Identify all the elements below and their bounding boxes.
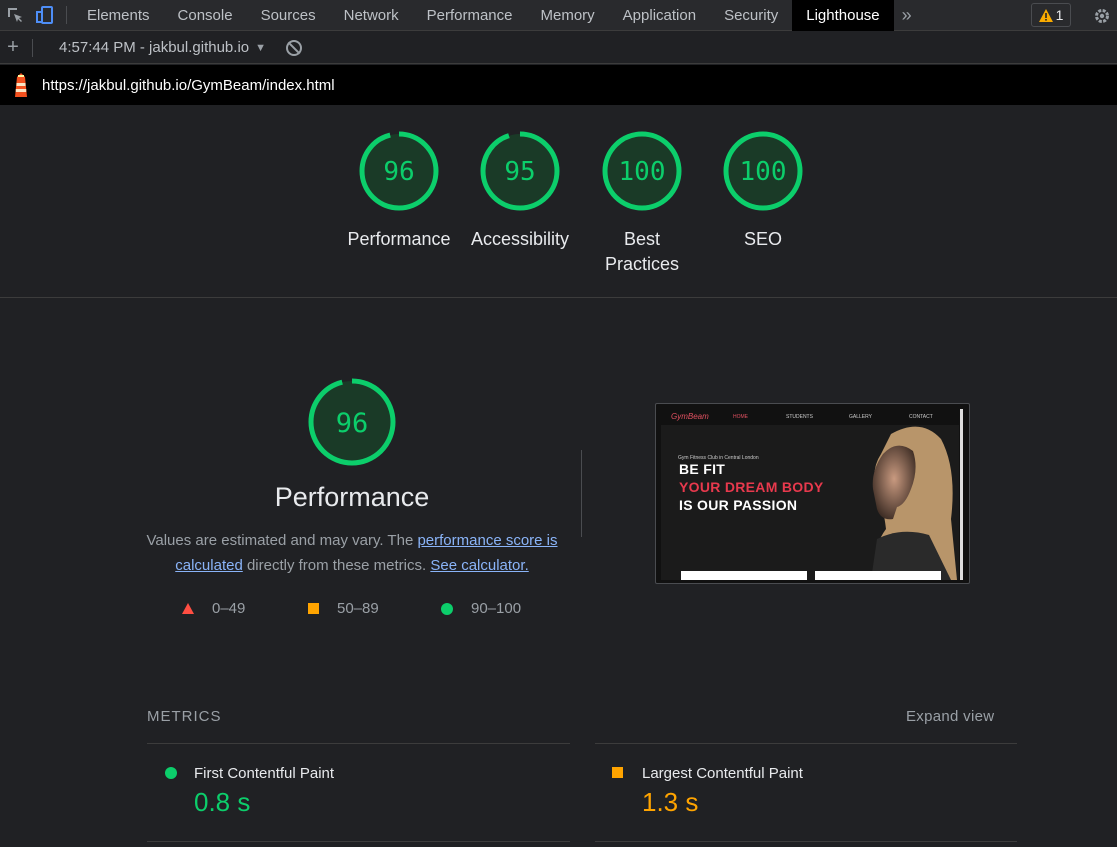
screenshot-button — [815, 571, 941, 580]
warning-count: 1 — [1055, 7, 1064, 23]
tab-network[interactable]: Network — [330, 0, 413, 31]
score-legend: 0–49 50–89 90–100 — [182, 600, 521, 617]
screenshot-nav-item: CONTACT — [909, 414, 933, 420]
green-circle-icon — [441, 602, 453, 615]
section-divider — [581, 450, 582, 537]
legend-fail: 0–49 — [182, 600, 308, 617]
report-url[interactable]: https://jakbul.github.io/GymBeam/index.h… — [42, 77, 335, 94]
devtools-tab-bar: Elements Console Sources Network Perform… — [0, 0, 1117, 31]
orange-square-icon — [308, 603, 319, 614]
gauge-ring: 95 — [480, 131, 560, 211]
desc-text: directly from these metrics. — [242, 557, 431, 574]
tab-sources[interactable]: Sources — [247, 0, 330, 31]
tab-application[interactable]: Application — [609, 0, 710, 31]
inspect-element-icon[interactable] — [0, 0, 30, 31]
screenshot-heading: YOUR DREAM BODY — [679, 479, 824, 495]
metrics-divider — [595, 841, 1017, 842]
dropdown-caret-icon: ▼ — [255, 41, 267, 54]
expand-view-toggle[interactable]: Expand view — [906, 708, 994, 725]
gauge-accessibility[interactable]: 95 Accessibility — [460, 129, 580, 252]
tab-security[interactable]: Security — [710, 0, 792, 31]
screenshot-nav-item: HOME — [733, 414, 748, 420]
screenshot-page: GymBeam HOME STUDENTS GALLERY CONTACT Gy… — [661, 409, 959, 580]
metric-name: Largest Contentful Paint — [642, 765, 803, 782]
gauge-ring: 96 — [359, 131, 439, 211]
screenshot-scrollbar — [960, 409, 963, 580]
gauge-ring: 100 — [602, 131, 682, 211]
legend-label: 0–49 — [212, 600, 246, 617]
screenshot-logo: GymBeam — [671, 412, 709, 421]
screenshot-nav: GymBeam HOME STUDENTS GALLERY CONTACT — [661, 409, 959, 425]
toolbar-divider — [32, 38, 33, 57]
gauge-ring: 100 — [723, 131, 803, 211]
gauge-label: SEO — [743, 229, 782, 249]
device-toolbar-icon[interactable] — [30, 0, 60, 31]
metrics-divider — [595, 743, 1017, 744]
toolbar-divider — [66, 6, 67, 24]
category-gauges: 96 Performance 95 Accessibility 100 Best… — [0, 105, 1117, 298]
gauge-score: 96 — [383, 157, 414, 187]
tab-memory[interactable]: Memory — [527, 0, 609, 31]
performance-section: 96 Performance Values are estimated and … — [0, 299, 1117, 847]
metric-name: First Contentful Paint — [194, 765, 335, 782]
tab-performance[interactable]: Performance — [413, 0, 527, 31]
legend-label: 50–89 — [337, 600, 379, 617]
performance-score: 96 — [336, 408, 369, 439]
gauge-best-practices[interactable]: 100 Best Practices — [582, 129, 702, 277]
metric-value: 1.3 s — [642, 787, 699, 817]
gauge-score: 95 — [504, 157, 535, 187]
gauge-performance[interactable]: 96 Performance — [339, 129, 459, 252]
screenshot-nav-item: STUDENTS — [786, 414, 813, 420]
orange-square-icon — [612, 767, 623, 778]
tab-elements[interactable]: Elements — [73, 0, 164, 31]
see-calculator-link[interactable]: See calculator. — [430, 557, 528, 574]
legend-average: 50–89 — [308, 600, 441, 617]
gauge-label: Performance — [347, 229, 451, 249]
report-url-bar: https://jakbul.github.io/GymBeam/index.h… — [0, 65, 1117, 105]
tab-lighthouse[interactable]: Lighthouse — [792, 0, 894, 31]
metric-value: 0.8 s — [194, 787, 251, 817]
new-report-plus-icon[interactable]: + — [0, 36, 26, 59]
gauge-ring: 96 — [308, 378, 396, 466]
performance-description: Values are estimated and may vary. The p… — [146, 528, 558, 578]
lighthouse-logo-icon — [0, 72, 42, 98]
legend-label: 90–100 — [471, 600, 522, 617]
green-circle-icon — [165, 767, 177, 779]
performance-big-gauge: 96 — [306, 376, 398, 473]
metrics-heading: METRICS — [147, 708, 222, 725]
warning-icon — [1038, 8, 1053, 22]
screenshot-button — [681, 571, 807, 580]
legend-pass: 90–100 — [441, 600, 521, 617]
screenshot-nav-item: GALLERY — [849, 414, 872, 420]
more-tabs-icon[interactable]: » — [894, 5, 920, 26]
gauge-label: Best Practices — [604, 229, 680, 274]
tab-console[interactable]: Console — [164, 0, 247, 31]
desc-text: Values are estimated and may vary. The — [146, 532, 418, 549]
final-screenshot-thumbnail[interactable]: GymBeam HOME STUDENTS GALLERY CONTACT Gy… — [655, 403, 970, 584]
metrics-divider — [147, 841, 570, 842]
report-selector[interactable]: 4:57:44 PM - jakbul.github.io ▼ — [59, 39, 266, 56]
gauge-seo[interactable]: 100 SEO — [703, 129, 823, 252]
performance-title: Performance — [274, 482, 430, 512]
screenshot-heading: IS OUR PASSION — [679, 497, 798, 513]
report-label: 4:57:44 PM - jakbul.github.io — [59, 39, 250, 56]
settings-gear-icon[interactable] — [1090, 4, 1114, 28]
gauge-score: 100 — [619, 157, 666, 187]
red-triangle-icon — [182, 603, 194, 614]
screenshot-heading: BE FIT — [679, 461, 726, 477]
metrics-divider — [147, 743, 570, 744]
warnings-badge[interactable]: 1 — [1031, 3, 1071, 27]
gauge-score: 100 — [740, 157, 787, 187]
gauge-label: Accessibility — [470, 229, 570, 249]
lighthouse-toolbar: + 4:57:44 PM - jakbul.github.io ▼ — [0, 32, 1117, 64]
clear-reports-icon[interactable] — [286, 39, 303, 56]
